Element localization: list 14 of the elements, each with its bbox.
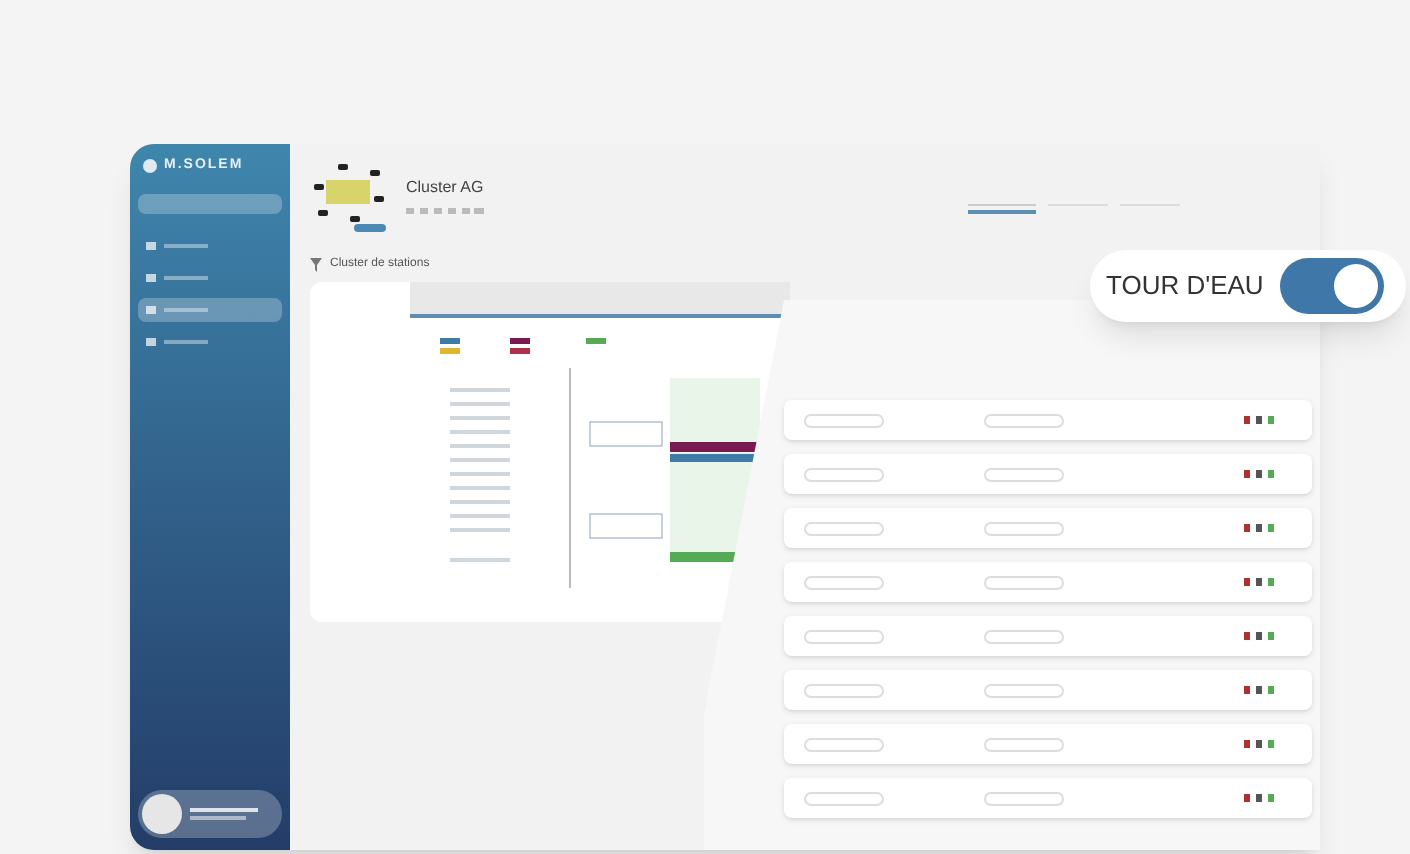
tab[interactable]: [968, 204, 1036, 214]
cluster-drawing: [310, 160, 390, 232]
cluster-title: Cluster AG: [406, 176, 486, 200]
avatar-icon: [142, 794, 182, 834]
logo-icon: [142, 158, 158, 175]
user-card[interactable]: [138, 790, 282, 838]
toggle-label: TOUR D'EAU: [1106, 268, 1264, 305]
toolbar-icons: [406, 206, 486, 216]
filter-icon: [310, 258, 322, 272]
search-field[interactable]: [138, 193, 282, 213]
grid-block: [589, 513, 663, 539]
grid-block: [589, 421, 663, 447]
toggle-switch[interactable]: [1279, 258, 1384, 314]
sidebar-item[interactable]: [138, 297, 282, 321]
